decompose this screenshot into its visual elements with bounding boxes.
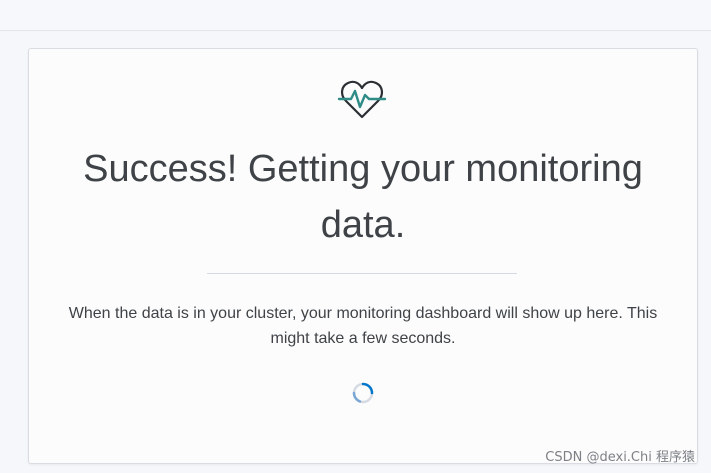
loading-spinner-icon: [352, 382, 374, 404]
status-message: When the data is in your cluster, your m…: [68, 305, 658, 347]
divider: [207, 273, 517, 274]
watermark: CSDN @dexi.Chi 程序猿: [545, 450, 695, 465]
monitoring-setup-panel: Success! Getting your monitoring data. W…: [28, 48, 698, 464]
page-title: Success! Getting your monitoring data.: [83, 148, 643, 246]
heartbeat-icon: [337, 80, 387, 119]
top-bar: [0, 0, 711, 31]
